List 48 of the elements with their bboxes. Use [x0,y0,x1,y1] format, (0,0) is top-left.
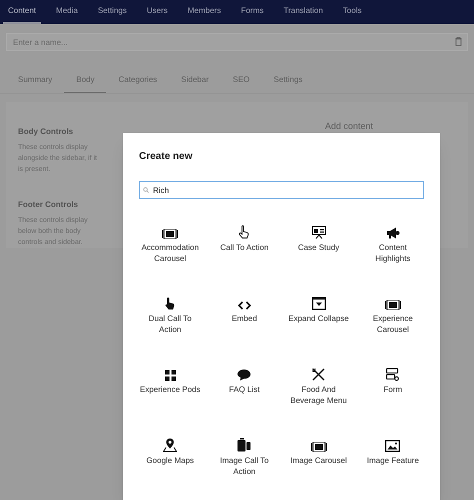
content-type-option[interactable]: Food And Beverage Menu [282,363,356,434]
carousel-icon [310,442,327,452]
nav-tab[interactable]: Members [182,0,226,24]
form-icon [386,368,400,381]
content-type-option[interactable]: FAQ List [207,363,282,434]
content-type-option[interactable]: Embed [207,292,282,363]
pointing-hand-icon [238,225,250,239]
nav-tab[interactable]: Translation [278,0,328,24]
chat-bubble-icon [237,369,252,381]
content-type-option[interactable]: Content Highlights [356,221,430,292]
content-type-option[interactable]: Expand Collapse [282,292,356,363]
nav-tab[interactable]: Users [142,0,173,24]
nav-tab[interactable]: Tools [338,0,367,24]
section-title: Footer Controls [18,199,79,211]
content-type-option[interactable]: Call To Action [207,221,282,292]
content-type-option[interactable]: Case Study [282,221,356,292]
nav-tab[interactable]: Content [3,0,42,24]
content-type-option[interactable]: Experience Carousel [356,292,430,363]
pointing-hand-icon [165,297,176,310]
content-type-option[interactable]: Google Maps [133,434,208,500]
section-title: Body Controls [18,126,74,138]
nav-tab[interactable]: Media [51,0,83,24]
content-type-option[interactable]: Form [356,363,430,434]
search-field[interactable]: Rich [139,181,424,199]
carousel-icon [162,229,178,239]
cutlery-icon [312,368,326,381]
content-type-option[interactable]: Experience Pods [133,363,208,434]
content-type-option[interactable]: Image Carousel [282,434,356,500]
nav-tab[interactable]: Forms [236,0,269,24]
content-type-option[interactable]: Image Feature [356,434,430,500]
content-type-option[interactable]: Dual Call To Action [133,292,208,363]
image-icon [385,440,400,452]
code-brackets-icon [238,301,251,310]
carousel-icon [384,300,401,310]
devices-icon [237,438,252,452]
megaphone-icon [386,227,400,239]
add-content-label: Add content [324,120,374,133]
content-type-option[interactable]: Image Call To Action [207,434,282,500]
trash-icon[interactable] [455,37,462,46]
search-icon [143,187,149,193]
nav-tab[interactable]: Settings [92,0,132,24]
presentation-board-icon [312,226,326,239]
dropdown-box-icon [312,297,326,310]
content-type-option[interactable]: Accommodation Carousel [133,221,208,292]
grid-icon [164,370,176,381]
name-field[interactable]: Enter a name... [6,33,468,51]
dialog-title: Create new [139,150,194,164]
map-pin-icon [163,438,178,452]
